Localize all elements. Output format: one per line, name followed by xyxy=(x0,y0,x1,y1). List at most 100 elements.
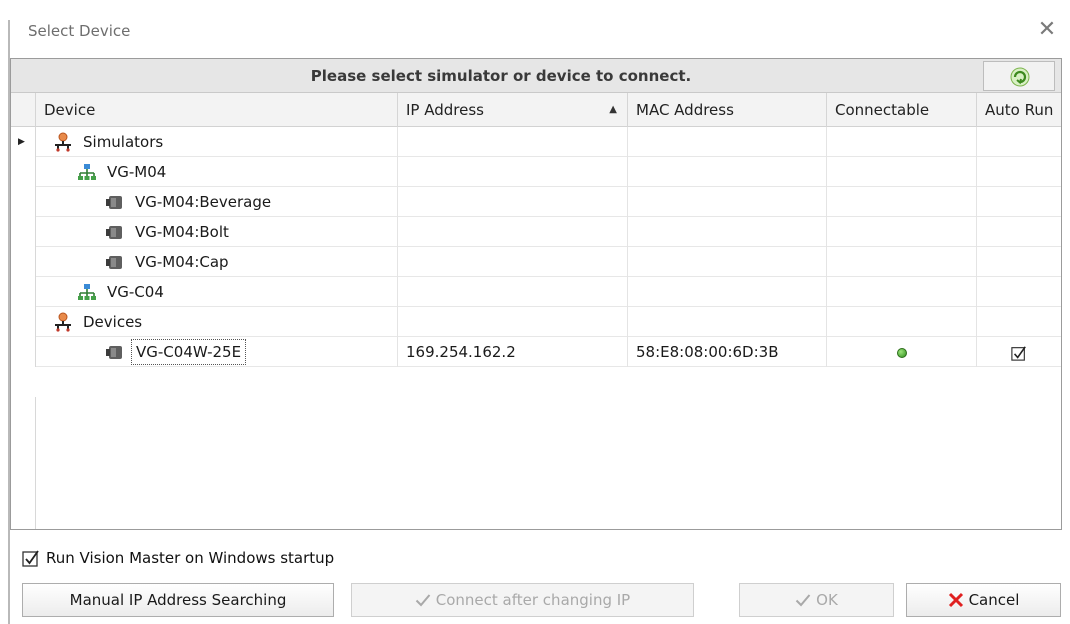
mac-address-cell xyxy=(628,247,827,277)
close-button[interactable]: ✕ xyxy=(1032,15,1062,45)
connectable-status-icon xyxy=(896,347,907,358)
device-name: VG-M04:Bolt xyxy=(135,223,229,241)
device-cell: VG-M04:Bolt xyxy=(36,217,398,247)
network-icon xyxy=(77,282,97,302)
camera-icon xyxy=(105,342,125,362)
connectable-cell xyxy=(827,217,977,247)
connectable-cell xyxy=(827,337,977,367)
ip-address-cell xyxy=(398,307,628,337)
table-row-vg-c04[interactable]: VG-C04 xyxy=(11,277,1061,307)
mac-address-cell xyxy=(628,307,827,337)
auto-run-cell[interactable] xyxy=(977,247,1061,277)
auto-run-cell[interactable] xyxy=(977,277,1061,307)
auto-run-checked-icon xyxy=(1011,345,1026,361)
connect-after-changing-ip-button[interactable]: Connect after changing IP xyxy=(351,583,694,617)
column-header-mac[interactable]: MAC Address xyxy=(628,93,827,127)
row-indicator xyxy=(11,277,36,307)
connectable-cell xyxy=(827,277,977,307)
table-row-devices[interactable]: Devices xyxy=(11,307,1061,337)
mac-address-cell xyxy=(628,217,827,247)
row-indicator xyxy=(11,187,36,217)
connectable-cell xyxy=(827,307,977,337)
manual-ip-search-button[interactable]: Manual IP Address Searching xyxy=(22,583,334,617)
connectable-cell xyxy=(827,127,977,157)
camera-icon xyxy=(105,222,125,242)
device-grid: Please select simulator or device to con… xyxy=(10,58,1062,530)
device-name: VG-M04:Beverage xyxy=(135,193,272,211)
row-indicator xyxy=(11,157,36,187)
checkbox-checked-icon xyxy=(22,550,39,567)
select-device-dialog: Select Device ✕ Please select simulator … xyxy=(0,0,1070,624)
camera-icon xyxy=(105,192,125,212)
sort-ascending-icon: ▲ xyxy=(609,104,617,115)
device-cell: VG-M04:Beverage xyxy=(36,187,398,217)
mac-address-cell xyxy=(628,187,827,217)
auto-run-cell[interactable] xyxy=(977,157,1061,187)
refresh-icon xyxy=(1010,67,1030,87)
column-header-ip[interactable]: IP Address ▲ xyxy=(398,93,628,127)
people-network-icon xyxy=(53,312,73,332)
cancel-button[interactable]: Cancel xyxy=(906,583,1061,617)
device-cell: VG-M04 xyxy=(36,157,398,187)
row-indicator xyxy=(11,217,36,247)
column-header-device[interactable]: Device xyxy=(36,93,398,127)
close-icon: ✕ xyxy=(1037,17,1057,42)
connectable-cell xyxy=(827,247,977,277)
current-row-arrow-icon: ▶ xyxy=(18,137,25,147)
column-header-ip-label: IP Address xyxy=(406,101,484,119)
grid-caption: Please select simulator or device to con… xyxy=(310,67,692,85)
auto-run-cell[interactable] xyxy=(977,217,1061,247)
device-name: VG-C04 xyxy=(107,283,164,301)
dialog-title: Select Device xyxy=(28,22,131,40)
table-row-simulators[interactable]: ▶ Simulators xyxy=(11,127,1061,157)
auto-run-cell[interactable] xyxy=(977,127,1061,157)
column-header-auto-run[interactable]: Auto Run xyxy=(977,93,1061,127)
connect-after-changing-ip-label: Connect after changing IP xyxy=(435,591,631,609)
device-cell: Simulators xyxy=(36,127,398,157)
auto-run-cell[interactable] xyxy=(977,187,1061,217)
run-on-startup-label: Run Vision Master on Windows startup xyxy=(46,549,335,567)
ok-button[interactable]: OK xyxy=(739,583,894,617)
device-cell: VG-C04W-25E xyxy=(36,337,398,367)
device-name: VG-M04 xyxy=(107,163,167,181)
header-indicator-cell xyxy=(11,93,36,127)
device-name: VG-M04:Cap xyxy=(135,253,229,271)
ip-address-cell xyxy=(398,157,628,187)
connectable-cell xyxy=(827,187,977,217)
row-indicator xyxy=(11,247,36,277)
device-cell: Devices xyxy=(36,307,398,337)
device-name: VG-C04W-25E xyxy=(131,339,247,365)
ip-address-cell xyxy=(398,127,628,157)
ip-address-cell xyxy=(398,217,628,247)
grid-header: Device IP Address ▲ MAC Address Connecta… xyxy=(11,93,1061,127)
connectable-cell xyxy=(827,157,977,187)
run-on-startup-checkbox[interactable]: Run Vision Master on Windows startup xyxy=(22,546,334,570)
mac-address-cell xyxy=(628,157,827,187)
grid-empty-indicator-column xyxy=(11,397,36,529)
table-row-vg-m04-bolt[interactable]: VG-M04:Bolt xyxy=(11,217,1061,247)
device-name: Devices xyxy=(83,313,143,331)
table-row-vg-m04[interactable]: VG-M04 xyxy=(11,157,1061,187)
row-indicator xyxy=(11,337,36,367)
mac-address-cell xyxy=(628,277,827,307)
auto-run-cell[interactable] xyxy=(977,337,1061,367)
title-bar: Select Device ✕ xyxy=(10,0,1070,58)
row-indicator: ▶ xyxy=(11,127,36,157)
table-row-vg-c04w-25e[interactable]: VG-C04W-25E 169.254.162.2 58:E8:08:00:6D:3… xyxy=(11,337,1061,367)
people-network-icon xyxy=(53,132,73,152)
ip-address-cell xyxy=(398,187,628,217)
table-row-vg-m04-cap[interactable]: VG-M04:Cap xyxy=(11,247,1061,277)
refresh-button[interactable] xyxy=(983,61,1055,91)
table-row-vg-m04-beverage[interactable]: VG-M04:Beverage xyxy=(11,187,1061,217)
row-indicator xyxy=(11,307,36,337)
cancel-x-icon xyxy=(948,592,964,608)
mac-address-cell xyxy=(628,127,827,157)
mac-address-cell: 58:E8:08:00:6D:3B xyxy=(628,337,827,367)
ok-label: OK xyxy=(816,591,838,609)
check-icon xyxy=(415,593,431,607)
auto-run-cell[interactable] xyxy=(977,307,1061,337)
column-header-connectable[interactable]: Connectable xyxy=(827,93,977,127)
check-icon xyxy=(795,593,811,607)
camera-icon xyxy=(105,252,125,272)
device-cell: VG-M04:Cap xyxy=(36,247,398,277)
